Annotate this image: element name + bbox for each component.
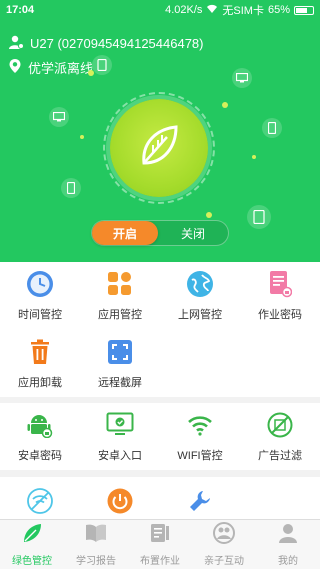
status-time: 17:04 bbox=[6, 4, 35, 16]
feature-app-control[interactable]: 应用管控 bbox=[80, 262, 160, 330]
feature-label: 应用管控 bbox=[98, 309, 142, 321]
apps-icon bbox=[106, 270, 134, 298]
person-icon bbox=[277, 522, 299, 549]
screenshot-icon bbox=[106, 338, 134, 366]
tablet-float-icon bbox=[247, 205, 271, 229]
feature-ad-filter[interactable]: 广告过滤 bbox=[240, 403, 320, 470]
feature-grid-main: 时间管控 应用管控 上网管控 作业密码 应用卸载 远程截屏 bbox=[0, 262, 320, 397]
phone-float-icon bbox=[61, 178, 81, 198]
feature-label: 上网管控 bbox=[178, 309, 222, 321]
tab-assign-homework[interactable]: 布置作业 bbox=[128, 520, 192, 569]
feature-remote-screenshot[interactable]: 远程截屏 bbox=[80, 330, 160, 397]
feature-label: 远程截屏 bbox=[98, 376, 142, 389]
bottom-tab-bar: 绿色管控 学习报告 布置作业 亲子互动 我的 bbox=[0, 519, 320, 569]
homework-icon bbox=[149, 522, 171, 549]
trash-icon bbox=[26, 338, 54, 366]
switch-off-button[interactable]: 关闭 bbox=[158, 221, 228, 245]
clock-icon bbox=[26, 270, 54, 298]
location-row[interactable]: 优学派离线 bbox=[8, 58, 93, 77]
user-settings-icon bbox=[8, 34, 30, 53]
device-user-label: U27 (0270945494125446478) bbox=[30, 36, 204, 51]
family-icon bbox=[212, 522, 236, 549]
tab-label: 绿色管控 bbox=[12, 556, 52, 567]
feature-wifi-toggle[interactable] bbox=[0, 477, 80, 523]
feature-time-control[interactable]: 时间管控 bbox=[0, 262, 80, 330]
tab-label: 学习报告 bbox=[76, 556, 116, 567]
monitor-float-icon bbox=[49, 107, 69, 127]
feature-android-password[interactable]: 安卓密码 bbox=[0, 403, 80, 470]
document-lock-icon bbox=[266, 270, 294, 298]
feature-label: 安卓入口 bbox=[98, 449, 142, 462]
feature-label: 应用卸载 bbox=[18, 376, 62, 389]
switch-on-button[interactable]: 开启 bbox=[92, 221, 158, 245]
green-control-orb[interactable] bbox=[110, 99, 208, 197]
location-pin-icon bbox=[8, 58, 28, 77]
tab-label: 我的 bbox=[278, 556, 298, 567]
leaf-icon bbox=[134, 121, 184, 176]
feature-label: 安卓密码 bbox=[18, 449, 62, 462]
status-bar: 17:04 4.02K/s 无SIM卡 65% bbox=[0, 0, 320, 20]
tab-study-report[interactable]: 学习报告 bbox=[64, 520, 128, 569]
feature-homework-password[interactable]: 作业密码 bbox=[240, 262, 320, 330]
feature-app-uninstall[interactable]: 应用卸载 bbox=[0, 330, 80, 397]
feature-label: 作业密码 bbox=[258, 309, 302, 321]
tab-label: 亲子互动 bbox=[204, 556, 244, 567]
feature-grid-android: 安卓密码 安卓入口 WIFI管控 广告过滤 bbox=[0, 403, 320, 470]
tablet-float-icon bbox=[92, 55, 112, 75]
network-speed: 4.02K/s bbox=[165, 4, 203, 16]
feature-internet-control[interactable]: 上网管控 bbox=[160, 262, 240, 330]
power-icon bbox=[106, 487, 134, 515]
wrench-icon bbox=[186, 487, 214, 515]
decor-dot bbox=[80, 135, 84, 139]
android-lock-icon bbox=[26, 411, 54, 439]
tab-label: 布置作业 bbox=[140, 556, 180, 567]
decor-dot bbox=[206, 212, 212, 218]
decor-dot bbox=[88, 70, 94, 76]
tab-mine[interactable]: 我的 bbox=[256, 520, 320, 569]
decor-dot bbox=[252, 155, 256, 159]
device-user-row[interactable]: U27 (0270945494125446478) bbox=[8, 34, 204, 53]
feature-wifi-control[interactable]: WIFI管控 bbox=[160, 403, 240, 470]
wifi-icon bbox=[186, 411, 214, 439]
globe-icon bbox=[186, 270, 214, 298]
feature-grid-more bbox=[0, 477, 320, 519]
monitor-float-icon bbox=[232, 68, 252, 88]
feature-label: 时间管控 bbox=[18, 309, 62, 321]
feature-android-entry[interactable]: 安卓入口 bbox=[80, 403, 160, 470]
location-label: 优学派离线 bbox=[28, 61, 94, 76]
control-hero: U27 (0270945494125446478) 优学派离线 开启 关闭 bbox=[0, 20, 320, 262]
wifi-off-icon bbox=[26, 487, 54, 515]
sim-status: 无SIM卡 bbox=[222, 5, 264, 17]
wifi-status-icon bbox=[206, 4, 218, 17]
phone-float-icon bbox=[262, 118, 282, 138]
protection-switch[interactable]: 开启 关闭 bbox=[91, 220, 229, 246]
feature-power[interactable] bbox=[80, 477, 160, 523]
decor-dot bbox=[222, 102, 228, 108]
battery-percent: 65% bbox=[267, 4, 290, 16]
monitor-check-icon bbox=[106, 411, 134, 439]
feature-tools[interactable] bbox=[160, 477, 240, 523]
book-icon bbox=[84, 522, 108, 549]
tab-green-control[interactable]: 绿色管控 bbox=[0, 520, 64, 569]
tab-parent-child[interactable]: 亲子互动 bbox=[192, 520, 256, 569]
ad-block-icon bbox=[266, 411, 294, 439]
feature-label: WIFI管控 bbox=[177, 449, 223, 462]
feature-label: 广告过滤 bbox=[258, 449, 302, 462]
leaf-tab-icon bbox=[21, 522, 43, 549]
battery-icon bbox=[294, 5, 314, 15]
